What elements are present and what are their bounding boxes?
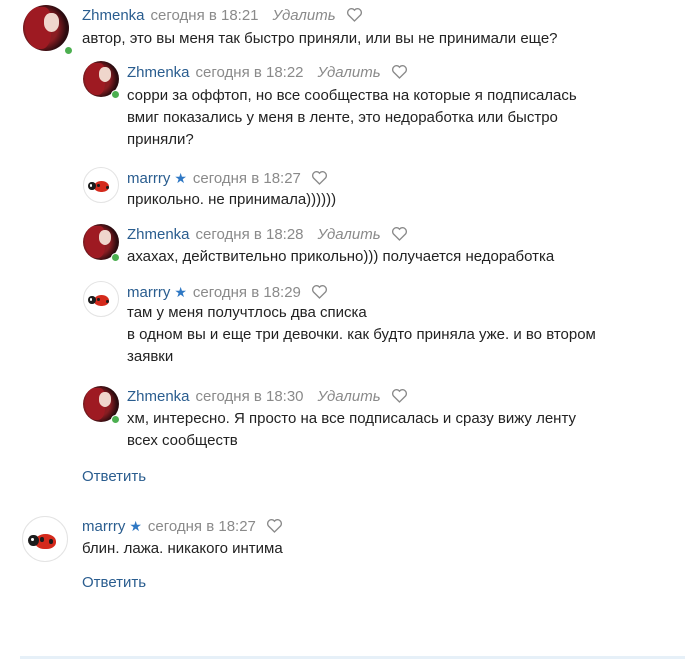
avatar[interactable] — [83, 167, 119, 203]
avatar[interactable] — [22, 516, 68, 562]
timestamp[interactable]: сегодня в 18:27 — [193, 170, 301, 187]
comment: marrry ★ сегодня в 18:27 блин. лажа. никак… — [0, 510, 685, 570]
author-link[interactable]: marrry — [82, 518, 125, 535]
avatar[interactable] — [23, 5, 69, 51]
comment-header: marrry ★ сегодня в 18:29 — [127, 283, 328, 304]
comment-text: там у меня получтлось два списка в одном… — [127, 304, 596, 365]
comment-reply: marrry ★ сегодня в 18:27 прикольно. не при… — [0, 164, 685, 214]
heart-icon[interactable] — [311, 284, 328, 304]
avatar[interactable] — [83, 281, 119, 317]
comment-text: хм, интересно. Я просто на все подписала… — [127, 410, 577, 449]
author-link[interactable]: Zhmenka — [127, 64, 190, 81]
delete-button[interactable]: Удалить — [273, 7, 336, 24]
online-indicator — [64, 46, 73, 55]
comment-text: автор, это вы меня так быстро приняли, и… — [82, 30, 558, 47]
heart-icon[interactable] — [266, 518, 283, 538]
heart-icon[interactable] — [311, 170, 328, 190]
online-indicator — [111, 253, 120, 262]
author-link[interactable]: marrry — [127, 284, 170, 301]
star-icon: ★ — [129, 518, 142, 534]
comment-text: блин. лажа. никакого интима — [82, 540, 283, 557]
star-icon: ★ — [174, 284, 187, 300]
delete-button[interactable]: Удалить — [318, 64, 381, 81]
comment-header: Zhmenka сегодня в 18:28 Удалить — [127, 226, 408, 246]
star-icon: ★ — [174, 170, 187, 186]
comment-header: marrry ★ сегодня в 18:27 — [127, 169, 328, 190]
author-link[interactable]: Zhmenka — [127, 226, 190, 243]
reply-link[interactable]: Ответить — [82, 574, 146, 592]
comment-header: Zhmenka сегодня в 18:22 Удалить — [127, 64, 408, 84]
heart-icon[interactable] — [391, 64, 408, 84]
timestamp[interactable]: сегодня в 18:21 — [151, 7, 259, 24]
author-link[interactable]: Zhmenka — [82, 7, 145, 24]
delete-button[interactable]: Удалить — [318, 388, 381, 405]
online-indicator — [111, 90, 120, 99]
comment-reply: Zhmenka сегодня в 18:30 Удалить хм, интере… — [0, 383, 685, 458]
comment-reply: Zhmenka сегодня в 18:28 Удалить ахахах, де… — [0, 221, 685, 271]
online-indicator — [111, 415, 120, 424]
heart-icon[interactable] — [346, 7, 363, 27]
comment-reply: Zhmenka сегодня в 18:22 Удалить сорри за о… — [0, 58, 685, 158]
author-link[interactable]: marrry — [127, 170, 170, 187]
comment: Zhmenka сегодня в 18:21 Удалить автор, это… — [0, 0, 685, 60]
comment-text: прикольно. не принимала)))))) — [127, 191, 337, 208]
timestamp[interactable]: сегодня в 18:27 — [148, 518, 256, 535]
timestamp[interactable]: сегодня в 18:29 — [193, 284, 301, 301]
author-link[interactable]: Zhmenka — [127, 388, 190, 405]
comments-page: Zhmenka сегодня в 18:21 Удалить автор, это… — [0, 0, 685, 659]
comment-header: Zhmenka сегодня в 18:21 Удалить — [82, 7, 363, 27]
comment-header: Zhmenka сегодня в 18:30 Удалить — [127, 388, 408, 408]
timestamp[interactable]: сегодня в 18:30 — [196, 388, 304, 405]
heart-icon[interactable] — [391, 226, 408, 246]
heart-icon[interactable] — [391, 388, 408, 408]
delete-button[interactable]: Удалить — [318, 226, 381, 243]
comment-reply: marrry ★ сегодня в 18:29 там у меня получт… — [0, 278, 685, 378]
comment-text: сорри за оффтоп, но все сообщества на ко… — [127, 87, 577, 148]
comment-header: marrry ★ сегодня в 18:27 — [82, 517, 283, 538]
reply-link[interactable]: Ответить — [82, 468, 146, 486]
timestamp[interactable]: сегодня в 18:28 — [196, 226, 304, 243]
comment-text: ахахах, действительно прикольно))) получ… — [127, 248, 555, 265]
timestamp[interactable]: сегодня в 18:22 — [196, 64, 304, 81]
